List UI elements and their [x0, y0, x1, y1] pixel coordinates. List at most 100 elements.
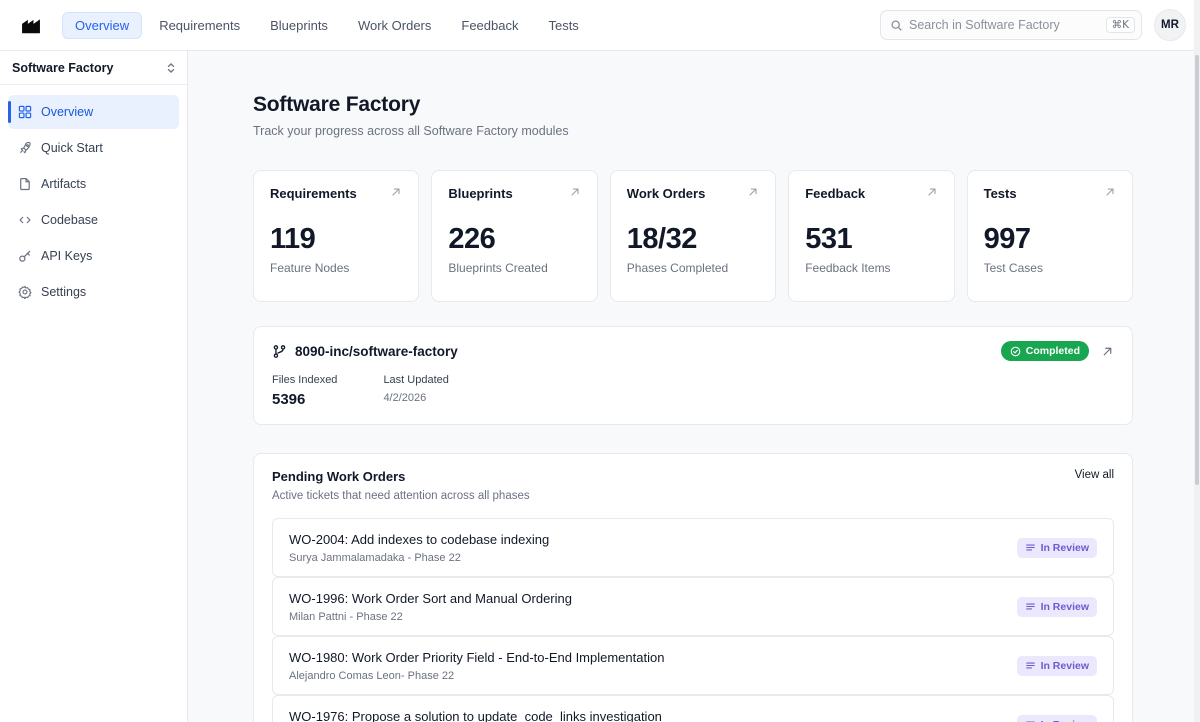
document-icon — [18, 177, 32, 191]
scrollbar-track[interactable] — [1194, 0, 1200, 722]
files-indexed-label: Files Indexed — [272, 374, 337, 386]
sidebar-item-label: Settings — [41, 285, 86, 299]
list-icon — [1025, 660, 1036, 671]
stat-card-caption: Feature Nodes — [270, 261, 402, 275]
sidebar-item-label: Overview — [41, 105, 93, 119]
main: Software Factory Track your progress acr… — [188, 51, 1200, 722]
work-order-meta: Milan Pattni - Phase 22 — [289, 611, 572, 623]
stat-card-requirements[interactable]: Requirements 119 Feature Nodes — [253, 170, 419, 302]
status-badge-label: In Review — [1041, 601, 1089, 613]
body: Software Factory Overview — [0, 51, 1200, 722]
work-order-title: WO-1976: Propose a solution to update_co… — [289, 709, 662, 722]
check-circle-icon — [1010, 346, 1021, 357]
work-order-list: WO-2004: Add indexes to codebase indexin… — [272, 518, 1114, 722]
topbar-right: ⌘K MR — [880, 9, 1186, 41]
sidebar-item-label: Codebase — [41, 213, 98, 227]
stat-card-caption: Phases Completed — [627, 261, 759, 275]
work-order-meta: Surya Jammalamadaka - Phase 22 — [289, 552, 549, 564]
topbar: Overview Requirements Blueprints Work Or… — [0, 0, 1200, 51]
stat-card-title: Feedback — [805, 186, 865, 201]
gear-icon — [18, 285, 32, 299]
sidebar-item-settings[interactable]: Settings — [8, 275, 179, 309]
files-indexed-value: 5396 — [272, 391, 337, 408]
sidebar-item-api-keys[interactable]: API Keys — [8, 239, 179, 273]
tab-work-orders[interactable]: Work Orders — [345, 12, 444, 39]
grid-icon — [18, 105, 32, 119]
tab-tests[interactable]: Tests — [535, 12, 591, 39]
stat-card-value: 997 — [984, 223, 1116, 256]
search-box[interactable]: ⌘K — [880, 10, 1142, 40]
arrow-up-right-icon — [926, 186, 938, 198]
stat-card-title: Requirements — [270, 186, 357, 201]
stat-card-value: 18/32 — [627, 223, 759, 256]
work-order-row[interactable]: WO-1996: Work Order Sort and Manual Orde… — [272, 577, 1114, 636]
workspace-name: Software Factory — [12, 61, 113, 75]
work-order-row[interactable]: WO-1980: Work Order Priority Field - End… — [272, 636, 1114, 695]
page-subtitle: Track your progress across all Software … — [253, 124, 1133, 138]
status-badge-label: Completed — [1026, 345, 1080, 357]
stat-card-title: Work Orders — [627, 186, 706, 201]
tab-requirements[interactable]: Requirements — [146, 12, 253, 39]
tab-overview[interactable]: Overview — [62, 12, 142, 39]
shortcut-badge: ⌘K — [1106, 17, 1135, 34]
arrow-up-right-icon — [1104, 186, 1116, 198]
stat-card-value: 226 — [448, 223, 580, 256]
search-input[interactable] — [909, 18, 1100, 32]
stat-card-blueprints[interactable]: Blueprints 226 Blueprints Created — [431, 170, 597, 302]
key-icon — [18, 249, 32, 263]
status-badge-label: In Review — [1041, 542, 1089, 554]
workspace-switcher[interactable]: Software Factory — [0, 51, 187, 85]
sidebar-item-quick-start[interactable]: Quick Start — [8, 131, 179, 165]
status-badge-in-review: In Review — [1017, 656, 1097, 676]
work-order-row[interactable]: WO-2004: Add indexes to codebase indexin… — [272, 518, 1114, 577]
sidebar-item-artifacts[interactable]: Artifacts — [8, 167, 179, 201]
work-order-title: WO-1996: Work Order Sort and Manual Orde… — [289, 591, 572, 606]
factory-logo-icon — [20, 14, 42, 36]
sidebar-item-label: API Keys — [41, 249, 92, 263]
work-order-row[interactable]: WO-1976: Propose a solution to update_co… — [272, 695, 1114, 722]
arrow-up-right-icon — [569, 186, 581, 198]
stat-card-value: 119 — [270, 223, 402, 256]
stat-card-feedback[interactable]: Feedback 531 Feedback Items — [788, 170, 954, 302]
stat-card-caption: Test Cases — [984, 261, 1116, 275]
app-root: Overview Requirements Blueprints Work Or… — [0, 0, 1200, 722]
status-badge-label: In Review — [1041, 660, 1089, 672]
sidebar-nav: Overview Quick Start — [0, 85, 187, 319]
last-updated-label: Last Updated — [383, 374, 448, 386]
work-order-title: WO-2004: Add indexes to codebase indexin… — [289, 532, 549, 547]
list-icon — [1025, 601, 1036, 612]
sidebar-item-codebase[interactable]: Codebase — [8, 203, 179, 237]
chevron-updown-icon — [165, 62, 177, 74]
stat-card-work-orders[interactable]: Work Orders 18/32 Phases Completed — [610, 170, 776, 302]
repo-name: 8090-inc/software-factory — [295, 344, 458, 359]
view-all-link[interactable]: View all — [1075, 469, 1114, 481]
files-indexed-stat: Files Indexed 5396 — [272, 374, 337, 408]
stat-card-caption: Feedback Items — [805, 261, 937, 275]
last-updated-value: 4/2/2026 — [383, 392, 448, 404]
status-badge-label: In Review — [1041, 719, 1089, 722]
work-order-title: WO-1980: Work Order Priority Field - End… — [289, 650, 664, 665]
arrow-up-right-icon — [390, 186, 402, 198]
sidebar-item-label: Artifacts — [41, 177, 86, 191]
scrollbar-thumb[interactable] — [1195, 55, 1199, 485]
sidebar-item-overview[interactable]: Overview — [8, 95, 179, 129]
app-logo[interactable] — [18, 12, 44, 38]
avatar[interactable]: MR — [1154, 9, 1186, 41]
arrow-up-right-icon[interactable] — [1101, 345, 1114, 358]
stat-card-title: Blueprints — [448, 186, 512, 201]
tab-blueprints[interactable]: Blueprints — [257, 12, 341, 39]
status-badge-completed: Completed — [1001, 341, 1089, 361]
content: Software Factory Track your progress acr… — [253, 51, 1133, 722]
last-updated-stat: Last Updated 4/2/2026 — [383, 374, 448, 408]
stat-card-caption: Blueprints Created — [448, 261, 580, 275]
stat-card-title: Tests — [984, 186, 1017, 201]
sidebar-item-label: Quick Start — [41, 141, 103, 155]
pending-title: Pending Work Orders — [272, 469, 530, 484]
status-badge-in-review: In Review — [1017, 715, 1097, 722]
stat-card-tests[interactable]: Tests 997 Test Cases — [967, 170, 1133, 302]
tab-feedback[interactable]: Feedback — [448, 12, 531, 39]
code-icon — [18, 213, 32, 227]
sidebar: Software Factory Overview — [0, 51, 188, 722]
search-icon — [890, 19, 903, 32]
top-nav: Overview Requirements Blueprints Work Or… — [62, 12, 592, 39]
